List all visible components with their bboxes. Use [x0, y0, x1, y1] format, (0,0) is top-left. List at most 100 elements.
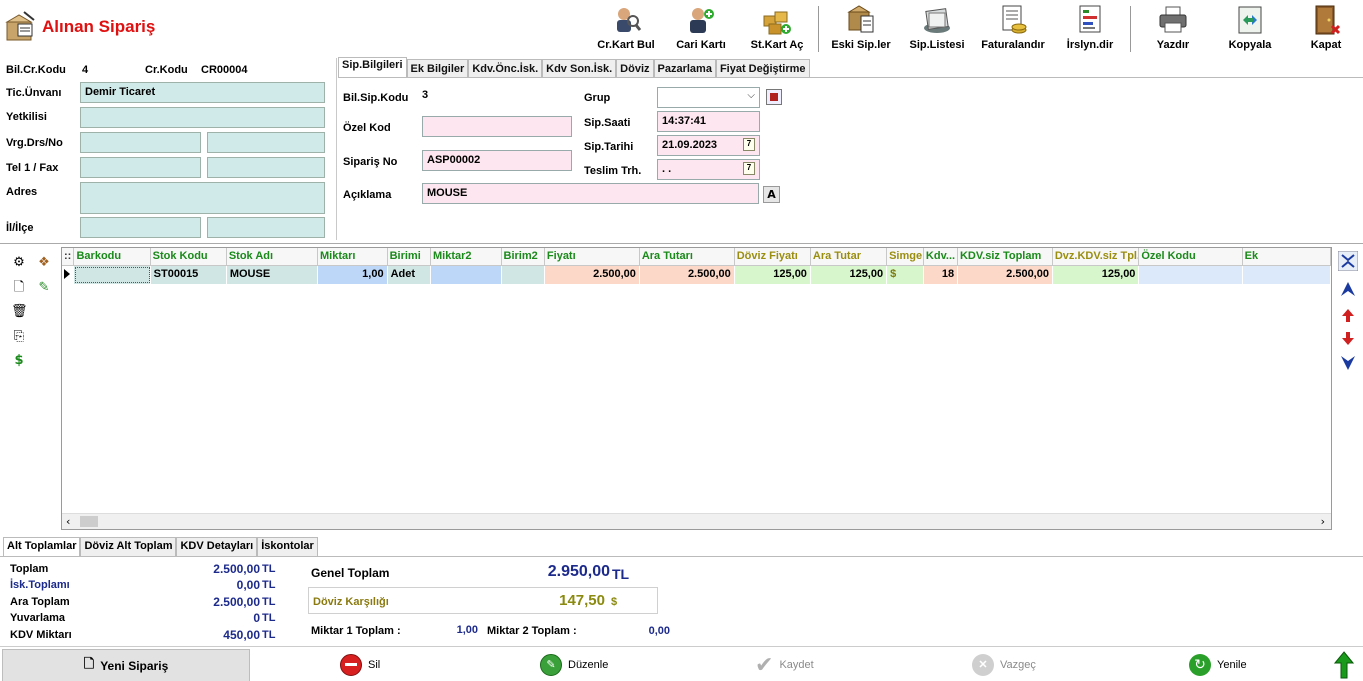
aciklama-a-button[interactable]: A [763, 186, 780, 203]
grup-lookup-button[interactable] [766, 89, 782, 105]
table-row[interactable]: ST00015 MOUSE 1,00 Adet 2.500,00 2.500,0… [62, 266, 1332, 284]
tarih-field[interactable]: 21.09.2023 7 [657, 135, 760, 156]
col-birim2[interactable]: Birim2 [501, 248, 545, 266]
col-selector[interactable]: :: [62, 248, 75, 266]
ilce-field[interactable] [207, 217, 325, 238]
tab-kdv-son-isk[interactable]: Kdv Son.İsk. [542, 59, 617, 77]
cell-miktar[interactable]: 1,00 [317, 266, 388, 284]
col-ozel-kodu[interactable]: Özel Kodu [1139, 248, 1243, 266]
move-up-icon[interactable] [1340, 307, 1356, 323]
col-kdv[interactable]: Kdv... [923, 248, 958, 266]
col-kdv-siz-toplam[interactable]: KDV.siz Toplam [957, 248, 1053, 266]
tab-sip-bilgileri[interactable]: Sip.Bilgileri [338, 57, 407, 77]
vergi-dairesi-field[interactable] [80, 132, 201, 153]
cell-ara-tutari[interactable]: 2.500,00 [639, 266, 735, 284]
col-barkod[interactable]: Barkodu [74, 248, 151, 266]
col-ek[interactable]: Ek [1242, 248, 1331, 266]
cell-ara-tutar[interactable]: 125,00 [810, 266, 888, 284]
collapse-icon[interactable] [1338, 251, 1358, 271]
teslim-field[interactable]: . . 7 [657, 159, 760, 180]
account-card-button[interactable]: Cari Kartı [671, 2, 731, 56]
col-fiyat[interactable]: Fiyatı [544, 248, 640, 266]
tab-kdv-detaylari[interactable]: KDV Detayları [176, 537, 258, 556]
move-down-icon[interactable] [1340, 331, 1356, 347]
move-bottom-icon[interactable] [1340, 355, 1356, 371]
unvan-field[interactable]: Demir Ticaret [80, 82, 325, 103]
new-order-button[interactable]: 🗋 Yeni Sipariş [2, 649, 250, 681]
cell-ek[interactable] [1242, 266, 1332, 284]
col-stok-kodu[interactable]: Stok Kodu [150, 248, 227, 266]
col-birim[interactable]: Birimi [387, 248, 431, 266]
fax-field[interactable] [207, 157, 325, 178]
saat-field[interactable]: 14:37:41 [657, 111, 760, 132]
cancel-button[interactable]: ✕ Vazgeç [972, 647, 1036, 681]
tel-field[interactable] [80, 157, 201, 178]
ozel-kod-field[interactable] [422, 116, 572, 137]
cell-kdv[interactable]: 18 [924, 266, 959, 284]
il-field[interactable] [80, 217, 201, 238]
calendar-icon[interactable]: 7 [743, 138, 755, 151]
old-orders-button[interactable]: Eski Sip.ler [828, 2, 894, 56]
cell-barkod[interactable] [74, 266, 151, 284]
print-button[interactable]: Yazdır [1146, 2, 1200, 56]
cell-birim2[interactable] [501, 266, 546, 284]
stock-box-icon[interactable]: ❖ [36, 255, 52, 271]
tab-kdv-onc-isk[interactable]: Kdv.Önc.İsk. [468, 59, 543, 77]
col-ara-tutar[interactable]: Ara Tutar [810, 248, 888, 266]
cell-stok-kodu[interactable]: ST00015 [150, 266, 227, 284]
tab-pazarlama[interactable]: Pazarlama [653, 59, 716, 77]
delete-row-icon[interactable]: 🗑 [11, 304, 28, 320]
tab-doviz-alt-toplam[interactable]: Döviz Alt Toplam [80, 537, 177, 556]
cell-stok-adi[interactable]: MOUSE [226, 266, 318, 284]
tab-iskontolar[interactable]: İskontolar [257, 537, 318, 556]
scroll-right-icon[interactable]: › [1321, 515, 1325, 528]
cell-dvz-kdv-siz[interactable]: 125,00 [1052, 266, 1140, 284]
scroll-thumb[interactable] [80, 516, 98, 527]
col-ara-tutari[interactable]: Ara Tutarı [639, 248, 735, 266]
cell-ozel-kodu[interactable] [1139, 266, 1243, 284]
currency-icon[interactable]: $ [11, 353, 27, 369]
tab-fiyat-degistirme[interactable]: Fiyat Değiştirme [715, 59, 810, 77]
find-account-button[interactable]: Cr.Kart Bul [594, 2, 658, 56]
edit-row-icon[interactable]: ✎ [36, 280, 52, 296]
tab-alt-toplamlar[interactable]: Alt Toplamlar [3, 537, 81, 556]
copy-button[interactable]: Kopyala [1221, 2, 1279, 56]
scroll-left-icon[interactable]: ‹ [66, 515, 70, 528]
col-stok-adi[interactable]: Stok Adı [226, 248, 318, 266]
cell-birim[interactable]: Adet [387, 266, 432, 284]
horizontal-scrollbar[interactable]: ‹ › [62, 513, 1331, 529]
adres-field[interactable] [80, 182, 325, 214]
cell-simge[interactable]: $ [887, 266, 925, 284]
siparis-no-field[interactable]: ASP00002 [422, 150, 572, 171]
order-list-button[interactable]: Sip.Listesi [906, 2, 968, 56]
col-dvz-kdv-siz[interactable]: Dvz.KDV.siz Tpl. [1052, 248, 1140, 266]
col-miktar[interactable]: Miktarı [317, 248, 388, 266]
col-simge[interactable]: Simge [887, 248, 924, 266]
new-row-icon[interactable]: 🗋 [11, 280, 27, 296]
cell-doviz-fiyati[interactable]: 125,00 [734, 266, 811, 284]
cell-fiyat[interactable]: 2.500,00 [545, 266, 640, 284]
aciklama-field[interactable]: MOUSE [422, 183, 759, 204]
edit-button[interactable]: ✎ Düzenle [540, 647, 608, 681]
grup-select[interactable]: ⌵ [657, 87, 760, 108]
waybill-button[interactable]: İrslyn.dir [1060, 2, 1120, 56]
delete-button[interactable]: Sil [340, 647, 380, 681]
calendar-icon[interactable]: 7 [743, 162, 755, 175]
col-miktar2[interactable]: Miktar2 [430, 248, 502, 266]
refresh-button[interactable]: ↻ Yenile [1189, 647, 1247, 681]
tab-ek-bilgiler[interactable]: Ek Bilgiler [406, 59, 469, 77]
save-button[interactable]: ✔ Kaydet [755, 647, 814, 681]
cell-miktar2[interactable] [431, 266, 502, 284]
yetkili-field[interactable] [80, 107, 325, 128]
vergi-no-field[interactable] [207, 132, 325, 153]
invoice-button[interactable]: Faturalandır [976, 2, 1050, 56]
stock-card-button[interactable]: St.Kart Aç [746, 2, 808, 56]
col-doviz-fiyati[interactable]: Döviz Fiyatı [734, 248, 811, 266]
tab-doviz[interactable]: Döviz [616, 59, 654, 77]
close-button[interactable]: Kapat [1301, 2, 1351, 56]
settings-gear-icon[interactable]: ⚙ [11, 255, 27, 271]
move-top-icon[interactable] [1340, 281, 1356, 297]
copy-row-icon[interactable]: ⎘ [11, 329, 27, 345]
go-up-button[interactable] [1334, 647, 1354, 681]
cell-kdv-siz-toplam[interactable]: 2.500,00 [958, 266, 1053, 284]
